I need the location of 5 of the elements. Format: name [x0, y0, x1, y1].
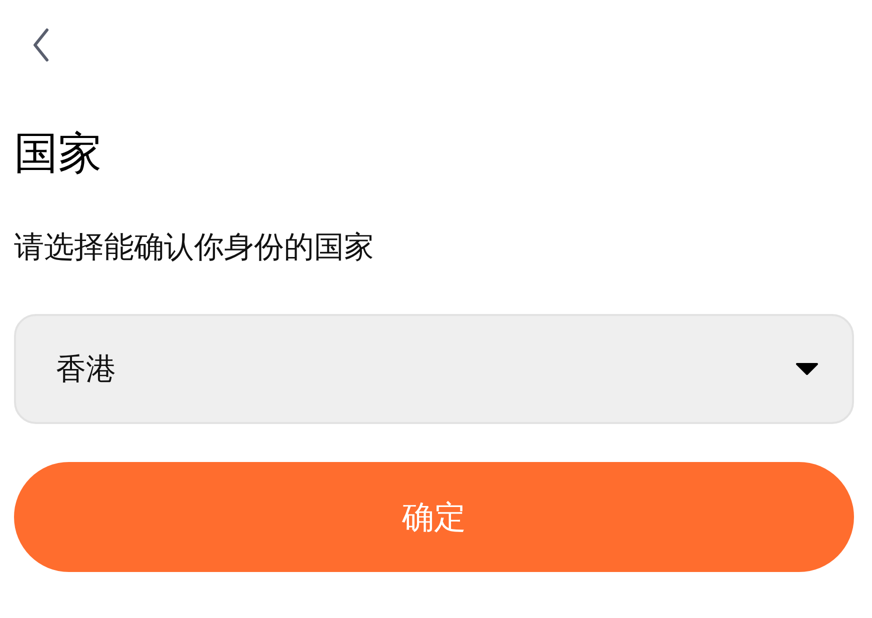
dropdown-caret-icon — [796, 363, 818, 375]
page-subtitle: 请选择能确认你身份的国家 — [14, 230, 374, 266]
country-dropdown[interactable]: 香港 — [14, 314, 854, 424]
page-title: 国家 — [14, 128, 102, 180]
back-icon — [32, 28, 50, 62]
